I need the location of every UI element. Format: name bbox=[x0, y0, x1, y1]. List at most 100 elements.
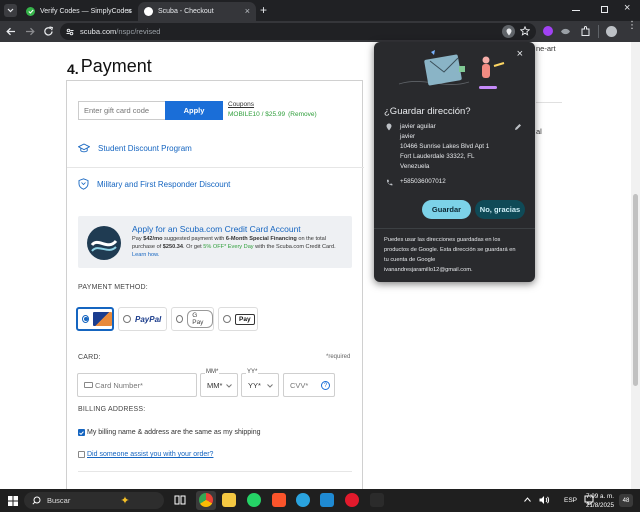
dialog-title: ¿Guardar dirección? bbox=[384, 106, 471, 117]
assist-question-option[interactable]: Did someone assist you with your order? bbox=[78, 451, 213, 458]
notification-badge[interactable]: 48 bbox=[619, 494, 633, 507]
student-discount-link[interactable]: Student Discount Program bbox=[78, 143, 192, 154]
payment-option-card[interactable] bbox=[76, 307, 114, 331]
forward-arrow-icon[interactable] bbox=[25, 27, 35, 36]
chrome-icon[interactable] bbox=[199, 493, 213, 507]
taskbar-search-box[interactable]: Buscar ✦ bbox=[24, 492, 164, 509]
remove-coupon-link[interactable]: (Remove) bbox=[288, 111, 317, 118]
taskbar: Buscar ✦ ESP 7:09 a. m. 21/8/2025 48 bbox=[0, 489, 640, 512]
maximize-icon[interactable] bbox=[601, 6, 608, 13]
payment-card: Apply Coupons MOBILE10 / $25.99 (Remove)… bbox=[66, 80, 364, 489]
payment-heading: 4. Payment bbox=[67, 56, 152, 77]
browser-menu-icon[interactable]: ⋮ bbox=[627, 21, 637, 31]
edit-pencil-icon[interactable] bbox=[514, 123, 522, 131]
expiry-year-select[interactable]: YY* YY* bbox=[241, 369, 279, 397]
scuba-favicon-icon bbox=[144, 7, 153, 16]
google-pay-logo-icon: G Pay bbox=[187, 310, 213, 328]
military-discount-link[interactable]: Military and First Responder Discount bbox=[78, 178, 230, 190]
coupons-label[interactable]: Coupons bbox=[228, 101, 254, 108]
opera-icon[interactable] bbox=[345, 493, 359, 507]
close-tab-icon[interactable]: × bbox=[245, 6, 250, 16]
paypal-radio[interactable] bbox=[123, 315, 131, 323]
address-illustration-icon bbox=[398, 50, 505, 89]
gift-card-input[interactable] bbox=[78, 101, 166, 120]
year-label: YY* bbox=[246, 369, 259, 375]
chevron-down-icon bbox=[226, 384, 232, 388]
checkmark-icon bbox=[79, 430, 84, 435]
payment-option-google-pay[interactable]: G Pay bbox=[171, 307, 214, 331]
extension-eye-icon[interactable] bbox=[560, 26, 571, 37]
assist-checkbox[interactable] bbox=[78, 451, 85, 458]
card-radio[interactable] bbox=[82, 315, 90, 323]
close-dialog-icon[interactable]: × bbox=[517, 48, 523, 60]
coupon-code: MOBILE10 / $25.99 bbox=[228, 111, 286, 118]
close-window-icon[interactable]: × bbox=[624, 2, 630, 14]
payment-option-paypal[interactable]: PayPal bbox=[118, 307, 167, 331]
extensions-puzzle-icon[interactable] bbox=[580, 26, 591, 37]
reload-icon[interactable] bbox=[43, 26, 54, 37]
same-as-shipping-option[interactable]: My billing name & address are the same a… bbox=[78, 429, 261, 436]
tab-simplycodes[interactable]: Verify Codes — SimplyCodes × bbox=[20, 2, 138, 21]
decline-save-button[interactable]: No, gracias bbox=[475, 200, 525, 219]
same-as-shipping-checkbox[interactable] bbox=[78, 429, 85, 436]
task-view-icon[interactable] bbox=[174, 494, 186, 506]
tab-search-button[interactable] bbox=[4, 4, 17, 17]
save-address-dialog: × ¿Guardar dirección? javier aguilar jav… bbox=[374, 42, 535, 282]
expiry-month-select[interactable]: MM* MM* bbox=[200, 369, 238, 397]
toolbar-divider bbox=[598, 25, 599, 38]
close-tab-icon[interactable]: × bbox=[127, 6, 132, 16]
whatsapp-icon[interactable] bbox=[247, 493, 261, 507]
minimize-icon[interactable] bbox=[572, 10, 580, 11]
profile-avatar[interactable] bbox=[606, 26, 617, 37]
page-scrollbar[interactable] bbox=[631, 42, 640, 489]
telegram-icon[interactable] bbox=[296, 493, 310, 507]
learn-how-link[interactable]: Learn how. bbox=[132, 252, 159, 258]
site-info-icon[interactable] bbox=[66, 28, 74, 36]
back-arrow-icon[interactable] bbox=[6, 27, 16, 36]
location-pin-icon bbox=[386, 123, 392, 131]
credit-offer-title[interactable]: Apply for an Scuba.com Credit Card Accou… bbox=[132, 224, 301, 234]
credit-offer-line-1: Pay $42/mo suggested payment with 6-Mont… bbox=[132, 236, 327, 242]
apple-pay-radio[interactable] bbox=[223, 315, 231, 323]
apply-gift-card-button[interactable]: Apply bbox=[165, 101, 223, 120]
language-indicator[interactable]: ESP bbox=[564, 497, 577, 504]
address-line: 10466 Sunrise Lakes Blvd Apt 1 bbox=[400, 143, 490, 150]
file-explorer-icon[interactable] bbox=[222, 493, 236, 507]
save-address-button[interactable]: Guardar bbox=[422, 200, 471, 219]
tab-scuba-checkout[interactable]: Scuba - Checkout × bbox=[138, 2, 256, 21]
required-note: *required bbox=[326, 354, 351, 360]
address-block: javier aguilar javier 10466 Sunrise Lake… bbox=[400, 122, 489, 172]
scrollbar-thumb[interactable] bbox=[633, 194, 638, 386]
sidebar-text-fragment: al bbox=[536, 127, 542, 136]
clock-time: 7:09 a. m. bbox=[585, 493, 614, 500]
copilot-sparkle-icon: ✦ bbox=[120, 495, 130, 507]
new-tab-button[interactable]: + bbox=[260, 3, 267, 17]
address-bar[interactable]: scuba.com /nspc/revised bbox=[60, 23, 536, 40]
location-pin-icon[interactable] bbox=[502, 25, 515, 38]
google-pay-radio[interactable] bbox=[176, 315, 184, 323]
tab-title: Verify Codes — SimplyCodes bbox=[40, 8, 132, 15]
credit-offer-line-2: purchase of $250.34. Or get 5% OFF* Ever… bbox=[132, 244, 336, 250]
dialog-divider bbox=[374, 228, 535, 229]
simplycodes-favicon-icon bbox=[26, 7, 35, 16]
address-line: Fort Lauderdale 33322, FL bbox=[400, 153, 475, 160]
credit-card-offer-banner[interactable]: Apply for an Scuba.com Credit Card Accou… bbox=[78, 216, 352, 268]
clock[interactable]: 7:09 a. m. 21/8/2025 bbox=[584, 492, 614, 510]
speaker-icon[interactable] bbox=[539, 495, 550, 505]
phone-number: +585036007012 bbox=[400, 178, 446, 185]
payment-option-apple-pay[interactable]: Pay bbox=[218, 307, 258, 331]
divider bbox=[67, 167, 364, 168]
address-line: javier bbox=[400, 133, 416, 140]
cvv-input[interactable]: CVV* ? bbox=[283, 373, 335, 397]
windows-start-icon[interactable] bbox=[8, 496, 18, 506]
vscode-icon[interactable] bbox=[320, 493, 334, 507]
card-number-input[interactable]: Card Number* bbox=[77, 373, 197, 397]
cvv-help-icon[interactable]: ? bbox=[321, 381, 330, 390]
bookmark-star-icon[interactable] bbox=[520, 26, 530, 36]
app-icon[interactable] bbox=[370, 493, 384, 507]
chevron-down-icon bbox=[267, 384, 273, 388]
address-line: javier aguilar bbox=[400, 123, 436, 130]
brave-icon[interactable] bbox=[272, 493, 286, 507]
extension-purple-icon[interactable] bbox=[543, 26, 553, 36]
chevron-up-icon[interactable] bbox=[524, 497, 531, 502]
